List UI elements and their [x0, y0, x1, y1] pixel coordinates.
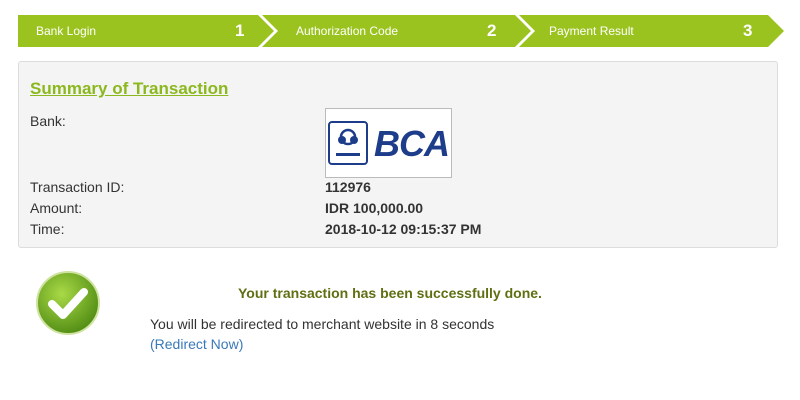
transaction-id-value: 112976: [325, 179, 371, 195]
step-authorization-code: Authorization Code 2: [278, 15, 518, 47]
step-number: 2: [487, 21, 497, 40]
transaction-summary-panel: Summary of Transaction Bank: BCA Transac…: [18, 61, 778, 248]
bca-emblem-icon: [328, 121, 368, 165]
step-payment-result: Payment Result 3: [531, 15, 781, 47]
summary-title: Summary of Transaction: [30, 79, 229, 98]
progress-steps: Bank Login 1 Authorization Code 2 Paymen…: [18, 15, 784, 47]
bank-label: Bank:: [30, 113, 66, 129]
amount-value: IDR 100,000.00: [325, 200, 424, 216]
step-label: Payment Result: [549, 24, 634, 38]
transaction-id-label: Transaction ID:: [30, 179, 125, 195]
success-message: Your transaction has been successfully d…: [238, 285, 542, 301]
time-value: 2018-10-12 09:15:37 PM: [325, 221, 482, 237]
step-number: 1: [235, 21, 245, 40]
check-circle-icon: [35, 270, 101, 336]
amount-label: Amount:: [30, 200, 83, 216]
time-label: Time:: [30, 221, 65, 237]
step-label: Bank Login: [36, 24, 97, 38]
step-bank-login: Bank Login 1: [18, 15, 258, 47]
redirect-now-link[interactable]: (Redirect Now): [150, 336, 243, 352]
bca-logo-text: BCA: [374, 123, 450, 164]
redirect-message: You will be redirected to merchant websi…: [150, 316, 495, 332]
step-label: Authorization Code: [296, 24, 399, 38]
step-number: 3: [743, 21, 753, 40]
bca-logo: BCA: [325, 108, 452, 178]
